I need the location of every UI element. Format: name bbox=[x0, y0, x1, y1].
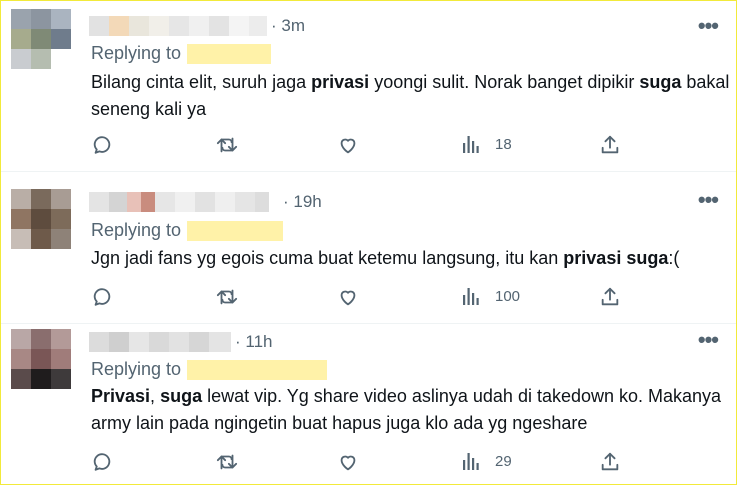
divider bbox=[1, 171, 736, 172]
tweet-header: · 19h bbox=[89, 191, 322, 213]
replying-to-label: Replying to bbox=[91, 359, 182, 379]
retweet-button[interactable] bbox=[215, 134, 239, 156]
replying-to: Replying to bbox=[91, 359, 328, 380]
reply-icon bbox=[93, 288, 111, 306]
like-button[interactable] bbox=[337, 286, 359, 308]
tweet-text: Privasi, suga lewat vip. Yg share video … bbox=[91, 386, 722, 433]
tweet-text: Jgn jadi fans yg egois cuma buat ketemu … bbox=[91, 248, 680, 268]
share-button[interactable] bbox=[599, 451, 621, 473]
like-icon bbox=[340, 290, 356, 306]
reply-icon bbox=[93, 136, 111, 154]
divider bbox=[1, 323, 736, 324]
retweet-icon bbox=[216, 137, 238, 153]
like-icon bbox=[340, 138, 356, 154]
more-icon[interactable]: ••• bbox=[698, 329, 719, 351]
tweet-1[interactable]: · 3m ••• Replying to Bilang cinta elit, … bbox=[1, 1, 736, 169]
retweet-button[interactable] bbox=[215, 451, 239, 473]
views-button[interactable]: 29 bbox=[461, 451, 512, 471]
reply-button[interactable] bbox=[91, 134, 113, 156]
reply-thread: · 3m ••• Replying to Bilang cinta elit, … bbox=[0, 0, 737, 485]
timestamp[interactable]: · 19h bbox=[283, 192, 322, 212]
replying-to: Replying to bbox=[91, 220, 284, 241]
reply-handle-redacted[interactable] bbox=[187, 359, 328, 380]
share-icon bbox=[601, 135, 619, 154]
views-button[interactable]: 18 bbox=[461, 134, 512, 154]
tweet-text: Bilang cinta elit, suruh jaga privasi yo… bbox=[91, 72, 730, 119]
views-icon bbox=[463, 136, 479, 153]
timestamp[interactable]: · 3m bbox=[271, 16, 305, 36]
reply-button[interactable] bbox=[91, 451, 113, 473]
like-button[interactable] bbox=[337, 451, 359, 473]
author-name-redacted[interactable] bbox=[89, 332, 231, 352]
tweet-header: · 11h bbox=[89, 331, 273, 353]
tweet-3[interactable]: · 11h ••• Replying to Privasi, suga lewa… bbox=[1, 325, 736, 484]
reply-handle-redacted[interactable] bbox=[187, 43, 272, 64]
share-button[interactable] bbox=[599, 286, 621, 308]
replying-to: Replying to bbox=[91, 43, 272, 64]
share-icon bbox=[601, 287, 619, 306]
tweet-actions: 18 bbox=[91, 134, 631, 158]
reply-button[interactable] bbox=[91, 286, 113, 308]
timestamp[interactable]: · 11h bbox=[235, 332, 273, 352]
avatar[interactable] bbox=[11, 9, 71, 69]
tweet-header: · 3m bbox=[89, 15, 305, 37]
views-count: 100 bbox=[495, 287, 521, 305]
tweet-actions: 29 bbox=[91, 451, 631, 475]
retweet-icon bbox=[216, 289, 238, 305]
views-icon bbox=[463, 288, 479, 305]
retweet-button[interactable] bbox=[215, 286, 239, 308]
avatar[interactable] bbox=[11, 329, 71, 389]
replying-to-label: Replying to bbox=[91, 43, 182, 63]
views-icon bbox=[463, 453, 479, 470]
share-icon bbox=[601, 452, 619, 471]
more-icon[interactable]: ••• bbox=[698, 189, 719, 211]
author-name-redacted[interactable] bbox=[89, 16, 267, 36]
tweet-actions: 100 bbox=[91, 286, 631, 310]
retweet-icon bbox=[216, 454, 238, 470]
reply-icon bbox=[93, 453, 111, 471]
share-button[interactable] bbox=[599, 134, 621, 156]
views-count: 29 bbox=[495, 452, 512, 470]
views-count: 18 bbox=[495, 135, 512, 153]
like-button[interactable] bbox=[337, 134, 359, 156]
like-icon bbox=[340, 455, 356, 471]
replying-to-label: Replying to bbox=[91, 220, 182, 240]
reply-handle-redacted[interactable] bbox=[187, 220, 284, 241]
views-button[interactable]: 100 bbox=[461, 286, 520, 306]
author-name-redacted[interactable] bbox=[89, 192, 279, 212]
avatar[interactable] bbox=[11, 189, 71, 249]
tweet-2[interactable]: · 19h ••• Replying to Jgn jadi fans yg e… bbox=[1, 173, 736, 323]
more-icon[interactable]: ••• bbox=[698, 15, 719, 37]
